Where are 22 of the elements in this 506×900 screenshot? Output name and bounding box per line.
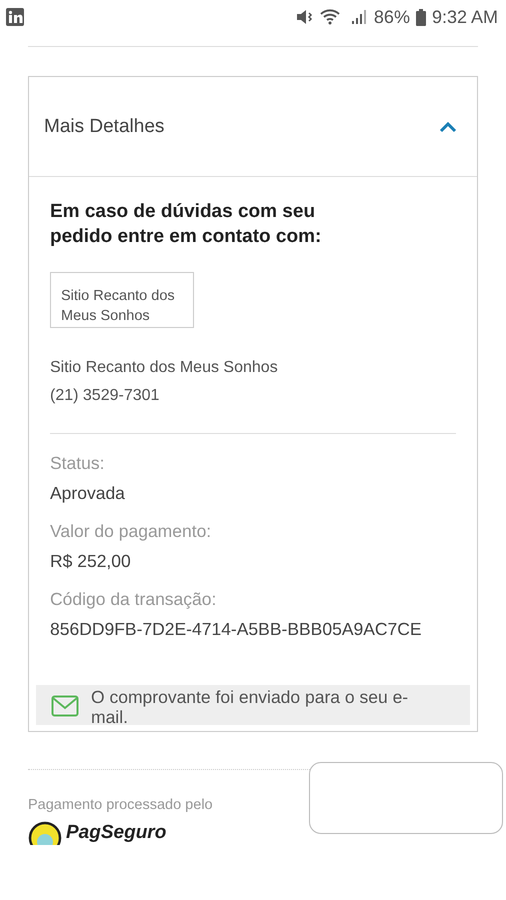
battery-level: 86% (374, 6, 410, 28)
notice-text: O comprovante foi enviado para o seu e-mail. (91, 687, 410, 725)
seller-phone: (21) 3529-7301 (50, 386, 160, 406)
field-value: R$ 252,00 (50, 550, 132, 573)
contact-heading: Em caso de dúvidas com seu pedido entre em contato com: (50, 200, 322, 249)
clock-time: 9:32 AM (432, 6, 498, 28)
logo-icon (28, 821, 62, 845)
mute-icon (296, 9, 314, 25)
field-label: Status: (50, 452, 106, 475)
field-value: 856DD9FB-7D2E-4714-A5BB-BBB05A9AC7CE (50, 618, 423, 641)
seller-name-box: Sitio Recanto dos Meus Sonhos (50, 272, 194, 328)
field-value: Aprovada (50, 482, 126, 505)
linkedin-icon (6, 8, 24, 26)
processed-by-text: Pagamento processado pelo (28, 797, 214, 813)
battery-icon (416, 8, 426, 26)
envelope-icon (51, 695, 79, 717)
wifi-icon (320, 9, 340, 25)
seller-name: Sitio Recanto dos Meus Sonhos (50, 358, 279, 378)
field-label: Código da transação: (50, 588, 218, 611)
logo-text: PagSeguro (66, 824, 166, 842)
field-label: Valor do pagamento: (50, 520, 212, 543)
chevron-up-icon (439, 120, 457, 132)
